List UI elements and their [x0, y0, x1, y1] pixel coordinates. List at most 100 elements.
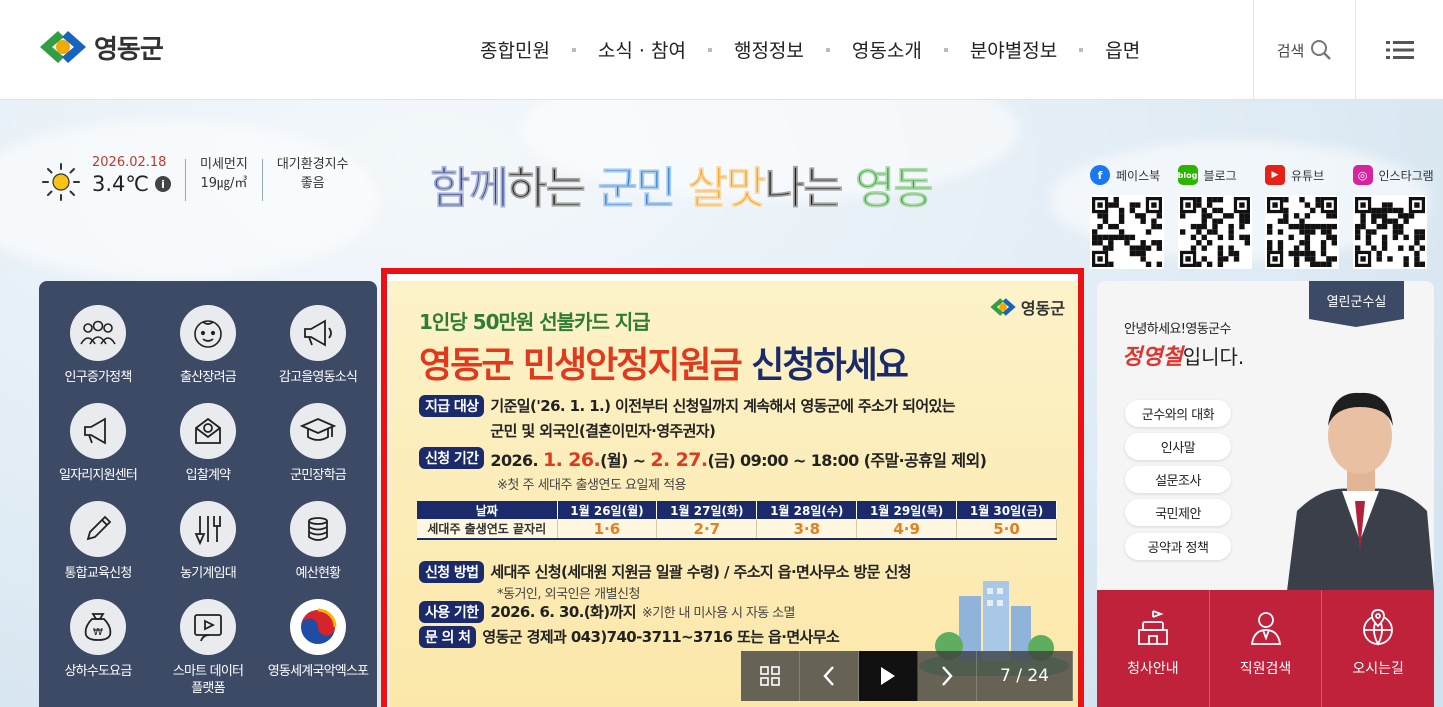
quick-item-water-bill[interactable]: ₩ 상하수도요금 [42, 599, 154, 680]
qr-code[interactable] [1090, 195, 1164, 269]
quick-item-birth[interactable]: 출산장려금 [152, 305, 264, 386]
staff-search-link[interactable]: 직원검색 [1210, 590, 1323, 707]
nav-by-field[interactable]: 분야별정보 [948, 36, 1079, 63]
banner-title-main: 영동군 민생안정지원금 [419, 345, 743, 386]
survey-button[interactable]: 설문조사 [1125, 466, 1231, 493]
open-mayor-office-tab[interactable]: 열린군수실 [1309, 281, 1404, 327]
megaphone-icon [84, 417, 106, 445]
nav-news[interactable]: 소식 · 참여 [576, 36, 708, 63]
qr-code[interactable] [1352, 195, 1427, 269]
limit-text: 2026. 6. 30.(화)까지 [490, 603, 636, 621]
main-banner-slide[interactable]: 영동군 1인당 50만원 선불카드 지급 영동군 민생안정지원금 신청하세요 지… [389, 281, 1077, 707]
table-header: 1월 30일(금) [956, 501, 1057, 519]
pledge-policy-button[interactable]: 공약과 정책 [1125, 533, 1231, 560]
play-button[interactable] [859, 651, 918, 701]
qr-pattern [1179, 197, 1250, 267]
quick-item-scholarship[interactable]: 군민장학금 [262, 403, 374, 484]
quick-item-machinery[interactable]: 농기계임대 [152, 501, 264, 582]
table-cell: 3·8 [756, 519, 858, 540]
limit-note: ※기한 내 미사용 시 자동 소멸 [641, 606, 796, 621]
mayor-office-panel: 열린군수실 안녕하세요!영동군수 정영철입니다. 군수와의 대화 인사말 설문조… [1097, 281, 1434, 707]
nav-towns[interactable]: 읍면 [1083, 36, 1162, 63]
air-quality-value: 좋음 [300, 176, 325, 191]
quick-menu-panel: 인구증가정책 출산장려금 감고을영동소식 일자리지원센터 입찰계약 군민장학금 … [39, 281, 377, 707]
qr-pattern [1267, 197, 1337, 267]
table-cell: 4·9 [856, 519, 958, 540]
quick-item-news[interactable]: 감고을영동소식 [262, 305, 374, 386]
limit-tag: 사용 기한 [419, 601, 485, 623]
nav-about[interactable]: 영동소개 [830, 36, 944, 63]
quick-item-population[interactable]: 인구증가정책 [42, 305, 154, 386]
search-button[interactable]: 검색 [1253, 0, 1356, 100]
building-guide-link[interactable]: 청사안내 [1097, 590, 1210, 707]
sns-youtube[interactable]: ▶ 유튜브 [1265, 163, 1353, 269]
method-text: 세대주 신청(세대원 지원금 일괄 수령) / 주소지 읍·면사무소 방문 신청 [490, 563, 911, 581]
sns-blog[interactable]: blog 블로그 [1177, 163, 1266, 269]
money-bag-icon: ₩ [84, 613, 112, 641]
directions-link[interactable]: 오시는길 [1322, 590, 1434, 707]
next-slide-button[interactable] [918, 651, 977, 701]
qr-code[interactable] [1265, 195, 1339, 269]
sns-label: 블로그 [1203, 168, 1237, 183]
sns-label: 인스타그램 [1378, 168, 1434, 183]
sns-facebook[interactable]: f 페이스북 [1090, 163, 1178, 269]
chevron-left-icon [823, 666, 834, 686]
view-all-button[interactable] [741, 651, 800, 701]
search-label: 검색 [1276, 41, 1305, 60]
facebook-icon: f [1090, 165, 1110, 185]
quick-item-smart-data[interactable]: 스마트 데이터 플랫폼 [152, 599, 264, 697]
quick-label: 농기계임대 [180, 566, 237, 581]
sns-label: 페이스북 [1116, 168, 1161, 183]
all-menu-button[interactable] [1356, 0, 1443, 100]
quick-item-gugak-expo[interactable]: 영동세계국악엑스포 [262, 599, 374, 680]
contact-tag: 문 의 처 [419, 626, 477, 648]
weather-main: 2026.02.18 3.4℃ i [92, 155, 171, 196]
talk-with-mayor-button[interactable]: 군수와의 대화 [1125, 400, 1231, 427]
quick-item-budget[interactable]: 예산현황 [262, 501, 374, 582]
fine-dust-value: 19㎍/㎥ [200, 176, 248, 191]
quick-item-education[interactable]: 통합교육신청 [42, 501, 154, 582]
table-cell: 1·6 [557, 519, 658, 540]
qr-code[interactable] [1177, 195, 1252, 269]
quick-item-jobs[interactable]: 일자리지원센터 [42, 403, 154, 484]
banner-title: 영동군 민생안정지원금 신청하세요 [419, 336, 909, 388]
table-header: 날짜 [417, 501, 558, 519]
air-quality: 대기환경지수 좋음 [277, 155, 349, 193]
slider-controls: 7 / 24 [741, 651, 1073, 701]
proposal-button[interactable]: 국민제안 [1125, 499, 1231, 526]
table-cell: 세대주 출생연도 끝자리 [417, 519, 558, 540]
weather-widget: 2026.02.18 3.4℃ i 미세먼지 19㎍/㎥ 대기환경지수 좋음 [40, 155, 349, 203]
tools-icon [194, 516, 221, 546]
prev-slide-button[interactable] [800, 651, 859, 701]
site-logo[interactable]: 영동군 [38, 27, 164, 67]
slogan-part: 함께 [430, 163, 510, 215]
staff-search-label: 직원검색 [1239, 661, 1292, 677]
method-note: *동거인, 외국인은 개별신청 [497, 587, 640, 602]
main-navigation: 종합민원 소식 · 참여 행정정보 영동소개 분야별정보 읍면 [458, 36, 1162, 63]
eligibility-text-1: 기준일('26. 1. 1.) 이전부터 신청일까지 계속해서 영동군에 주소가… [490, 397, 955, 415]
directions-label: 오시는길 [1352, 661, 1404, 677]
quick-label: 입찰계약 [185, 468, 231, 483]
instagram-icon: ◎ [1352, 165, 1373, 185]
divider [184, 159, 186, 201]
fine-dust-label: 미세먼지 [199, 157, 248, 172]
quick-item-bidding[interactable]: 입찰계약 [152, 403, 264, 484]
mayor-name: 정영철 [1122, 344, 1183, 370]
sun-icon [42, 163, 80, 201]
weather-date: 2026.02.18 [92, 155, 167, 170]
schedule-table: 날짜 1월 26일(월) 1월 27일(화) 1월 28일(수) 1월 29일(… [417, 501, 1057, 540]
slogan-part: 군민 [597, 163, 688, 215]
mayor-quick-links: 청사안내 직원검색 오시는길 [1097, 590, 1434, 707]
greeting-button[interactable]: 인사말 [1125, 433, 1231, 460]
info-icon[interactable]: i [154, 176, 171, 192]
tablet-icon [194, 614, 222, 642]
nav-civil-service[interactable]: 종합민원 [458, 36, 572, 63]
period-year: 2026. [490, 451, 543, 470]
sns-instagram[interactable]: ◎ 인스타그램 [1352, 163, 1441, 269]
nav-admin-info[interactable]: 행정정보 [712, 36, 826, 63]
slogan-part: 나는 [764, 163, 855, 215]
building-guide-label: 청사안내 [1127, 661, 1179, 677]
table-row: 세대주 출생연도 끝자리 1·6 2·7 3·8 4·9 5·0 [417, 519, 1057, 540]
contact-row: 문 의 처 영동군 경제과 043)740-3711~3716 또는 읍·면사무… [419, 626, 840, 648]
youtube-icon: ▶ [1265, 165, 1285, 185]
